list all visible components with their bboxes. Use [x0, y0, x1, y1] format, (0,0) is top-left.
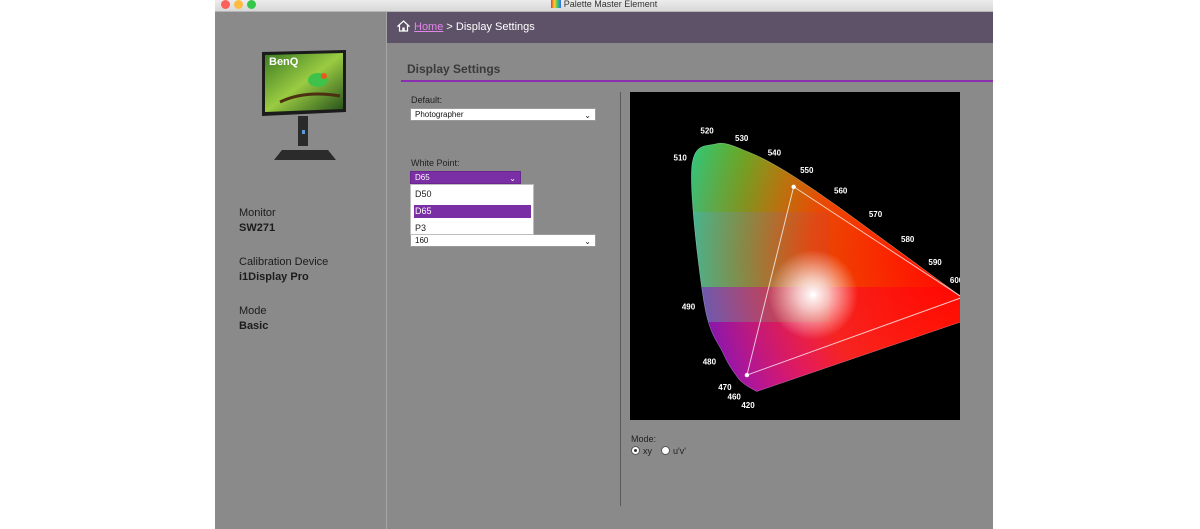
wavelength-label-570: 570	[869, 210, 883, 219]
default-label: Default:	[411, 95, 443, 105]
white-point-option-d50[interactable]: D50	[414, 188, 531, 201]
title-bar: Palette Master Element	[215, 0, 993, 12]
mode-radio-xy[interactable]	[631, 446, 640, 455]
white-point-dropdown: D50 D65 P3	[410, 184, 534, 235]
gamut-point-2	[744, 372, 750, 378]
wavelength-label-470: 470	[718, 383, 732, 392]
sidebar: BenQ Monitor SW271 Calibration Device i1…	[215, 12, 387, 529]
window-title: Palette Master Element	[215, 0, 993, 9]
white-point-option-p3[interactable]: P3	[414, 222, 531, 235]
white-point-option-d65[interactable]: D65	[414, 205, 531, 218]
wavelength-label-460: 460	[728, 392, 742, 401]
default-select-value: Photographer	[415, 110, 464, 119]
vertical-divider	[620, 92, 621, 506]
mode-radio-uv[interactable]	[661, 446, 670, 455]
window-title-text: Palette Master Element	[563, 0, 658, 9]
wavelength-label-490: 490	[682, 302, 696, 311]
chevron-down-icon: ⌄	[584, 111, 591, 120]
wavelength-label-600: 600	[950, 276, 960, 285]
white-point-marker	[810, 292, 816, 298]
wavelength-label-580: 580	[901, 235, 915, 244]
mode-info-label: Mode	[239, 305, 267, 317]
wavelength-label-480: 480	[703, 358, 717, 367]
wavelength-label-420: 420	[741, 401, 755, 410]
hidden-select[interactable]: 160 ⌄	[410, 234, 596, 247]
home-icon[interactable]	[397, 20, 410, 32]
wavelength-label-590: 590	[928, 258, 942, 267]
breadcrumb-current: Display Settings	[455, 21, 535, 33]
chevron-down-icon: ⌄	[509, 174, 516, 183]
mode-radio-uv-label: u'v'	[673, 446, 686, 456]
monitor-value: SW271	[239, 222, 276, 234]
app-logo-icon	[550, 0, 561, 8]
mode-radio-xy-label: xy	[643, 446, 652, 456]
home-link[interactable]: Home	[414, 21, 443, 33]
white-point-select-value: D65	[415, 173, 430, 182]
mode-info-value: Basic	[239, 320, 269, 332]
wavelength-label-540: 540	[768, 148, 782, 157]
gamut-point-0	[791, 184, 796, 189]
page-title: Display Settings	[407, 62, 501, 76]
white-point-select[interactable]: D65 ⌄	[410, 171, 521, 184]
breadcrumb: Home > Display Settings	[414, 21, 535, 33]
cie-chart-svg: 420460470 480 490 510 520 530 540 550 560 570 580 5…	[674, 127, 986, 410]
cie-chromaticity-chart: 420 460 470 480 490 510 520 530 540 550 560 570 580 5…	[630, 92, 986, 420]
breadcrumb-separator: >	[446, 21, 453, 33]
white-point-label: White Point:	[411, 158, 460, 168]
chevron-down-icon: ⌄	[584, 237, 591, 246]
calibration-device-label: Calibration Device	[239, 256, 329, 268]
wavelength-label-560: 560	[834, 187, 848, 196]
hidden-select-value: 160	[415, 236, 429, 245]
wavelength-label-530: 530	[735, 134, 749, 143]
calibration-device-value: i1Display Pro	[239, 271, 309, 283]
wavelength-label-520: 520	[700, 127, 714, 136]
monitor-image: BenQ	[262, 50, 346, 160]
mode-label: Mode:	[631, 434, 657, 444]
monitor-label: Monitor	[239, 207, 276, 219]
title-divider	[401, 80, 993, 82]
wavelength-label-510: 510	[674, 154, 688, 163]
breadcrumb-bar: Home > Display Settings	[387, 12, 993, 43]
default-select[interactable]: Photographer ⌄	[410, 108, 596, 121]
brand-logo: BenQ	[269, 56, 299, 68]
wavelength-label-550: 550	[800, 166, 814, 175]
app-window: Palette Master Element BenQ Monitor SW27…	[215, 0, 993, 529]
